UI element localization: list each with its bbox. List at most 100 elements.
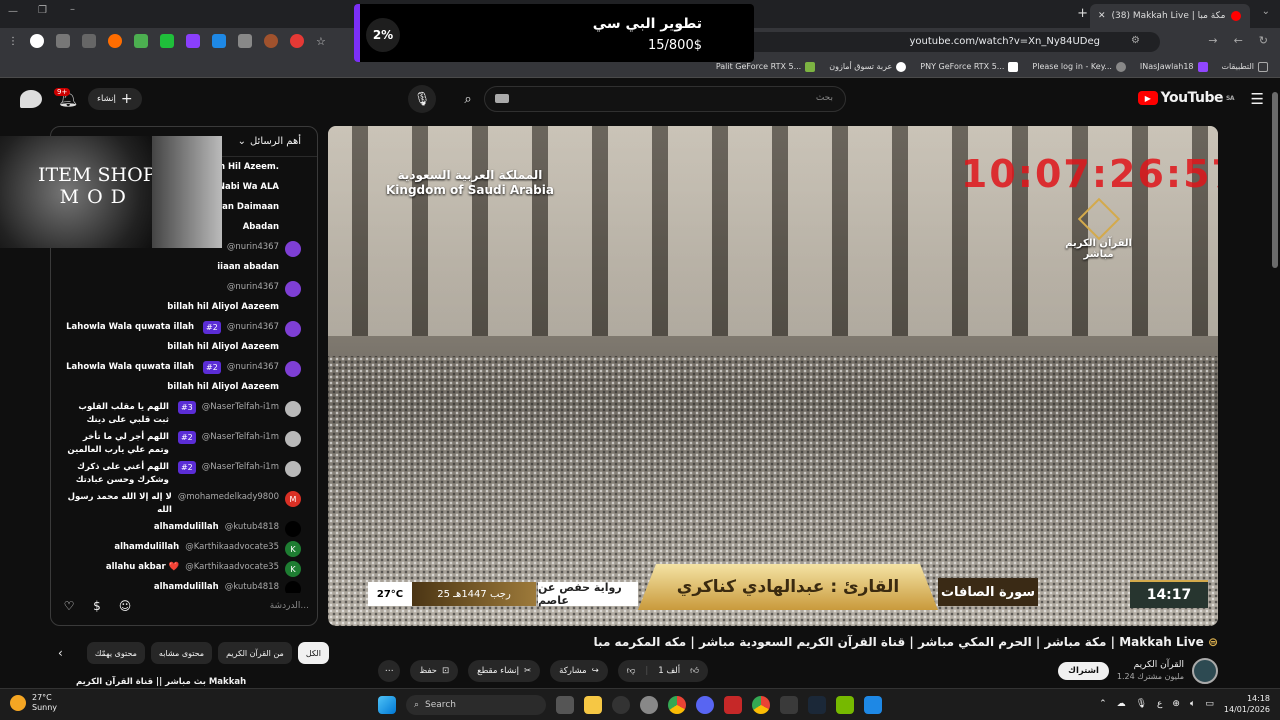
chat-author[interactable]: @nurin4367 [227, 361, 279, 374]
channel-avatar[interactable] [1192, 658, 1218, 684]
steam-icon[interactable] [808, 696, 826, 714]
discord-icon[interactable] [696, 696, 714, 714]
bookmark-item[interactable]: PNY GeForce RTX 5... [920, 61, 1019, 72]
clip-button[interactable]: إنشاء مقطع ✂ [468, 660, 541, 682]
language-indicator[interactable]: ع [1157, 699, 1162, 709]
chip-similar[interactable]: محتوى مشابه [150, 642, 213, 664]
chat-avatar[interactable] [285, 401, 301, 417]
extension-icon[interactable] [108, 34, 122, 48]
restore-icon[interactable]: ❐ [38, 5, 47, 16]
chat-avatar[interactable]: K [285, 541, 301, 557]
minimize-icon[interactable]: — [8, 6, 18, 17]
chat-avatar[interactable] [285, 221, 301, 237]
extension-icon[interactable] [160, 34, 174, 48]
windows-start-icon[interactable] [378, 696, 396, 714]
channel-name[interactable]: القرآن الكريم [1117, 659, 1184, 671]
search-button[interactable]: ⌕ [454, 85, 482, 113]
menu-dots-icon[interactable]: ⋮ [8, 36, 18, 47]
volume-icon[interactable]: 🔈︎ [1190, 699, 1195, 709]
subscribe-button[interactable]: اشتراك [1058, 662, 1109, 680]
app-icon[interactable] [780, 696, 798, 714]
chat-author[interactable]: @nurin4367 [227, 281, 279, 294]
avatar[interactable] [20, 90, 42, 108]
extension-icon[interactable] [186, 34, 200, 48]
chat-author[interactable]: @mohamedelkady9800 [178, 491, 279, 504]
voice-search-button[interactable]: 🎙︎ [408, 85, 436, 113]
extension-icon[interactable] [290, 34, 304, 48]
chat-avatar[interactable]: K [285, 561, 301, 577]
settings-icon[interactable] [640, 696, 658, 714]
chat-avatar[interactable] [285, 431, 301, 447]
chat-avatar[interactable] [285, 281, 301, 297]
save-button[interactable]: حفظ ⊡ [410, 660, 459, 682]
microphone-icon[interactable]: 🎙︎ [1136, 699, 1147, 709]
like-button[interactable]: 👍︎ [690, 666, 699, 676]
keyboard-icon[interactable] [495, 94, 509, 103]
bookmark-item[interactable]: INasJawlah18 [1140, 61, 1208, 72]
chat-input[interactable]: الدردشة... [143, 601, 309, 611]
reload-icon[interactable]: ↻ [1259, 34, 1268, 47]
chat-avatar[interactable] [285, 261, 301, 277]
chat-author[interactable]: @NaserTelfah-i1m [202, 401, 279, 414]
extension-icon[interactable] [212, 34, 226, 48]
chat-author[interactable]: @nurin4367 [227, 321, 279, 334]
chat-author[interactable]: @Karthikaadvocate35 [185, 541, 279, 554]
video-player[interactable]: المملكة العربية السعودية Kingdom of Saud… [328, 126, 1218, 626]
back-icon[interactable]: ← [1234, 34, 1243, 47]
more-button[interactable]: ⋯ [377, 660, 401, 682]
chat-avatar[interactable] [285, 201, 301, 217]
chat-author[interactable]: @Karthikaadvocate35 [185, 561, 279, 574]
youtube-logo[interactable]: ▶ YouTube SA [1137, 90, 1234, 106]
super-chat-icon[interactable]: $ [87, 596, 107, 616]
tab-list-icon[interactable]: ⌄ [1262, 6, 1270, 17]
profile-icon[interactable] [30, 34, 44, 48]
task-view-icon[interactable] [556, 696, 574, 714]
extension-icon[interactable] [82, 34, 96, 48]
chat-author[interactable]: @nurin4367 [227, 241, 279, 254]
chat-avatar[interactable] [285, 361, 301, 377]
share-button[interactable]: مشاركة ↪ [550, 660, 608, 682]
close-tab-icon[interactable]: ✕ [1098, 11, 1106, 21]
forward-icon[interactable]: → [1208, 34, 1217, 47]
chat-avatar[interactable] [285, 301, 301, 317]
chat-avatar[interactable] [285, 241, 301, 257]
chat-avatar[interactable] [285, 341, 301, 357]
page-scrollbar[interactable] [1272, 92, 1278, 268]
search-input[interactable]: بحث [484, 86, 846, 112]
new-tab-icon[interactable]: + [1077, 6, 1088, 21]
close-window-icon[interactable]: – [70, 4, 75, 15]
extension-icon[interactable] [264, 34, 278, 48]
taskbar-search[interactable]: ⌕ Search [406, 695, 546, 715]
bookmark-star-icon[interactable]: ☆ [316, 35, 326, 48]
chat-avatar[interactable]: M [285, 491, 301, 507]
tray-chevron-icon[interactable]: ⌃ [1099, 699, 1107, 709]
app-icon[interactable] [612, 696, 630, 714]
tray-app-icon[interactable]: ☁ [1117, 699, 1126, 709]
nvidia-icon[interactable] [836, 696, 854, 714]
bookmark-item[interactable]: عربة تسوق أمازون [829, 61, 907, 72]
chat-avatar[interactable] [285, 181, 301, 197]
bookmark-apps[interactable]: التطبيقات [1222, 61, 1268, 72]
chat-avatar[interactable] [285, 581, 301, 593]
chip-quran[interactable]: من القرآن الكريم [218, 642, 292, 664]
speaker-icon[interactable] [238, 34, 252, 48]
chat-avatar[interactable] [285, 321, 301, 337]
chrome-icon[interactable] [668, 696, 686, 714]
file-explorer-icon[interactable] [584, 696, 602, 714]
app-icon[interactable] [864, 696, 882, 714]
extension-icon[interactable] [56, 34, 70, 48]
create-button[interactable]: إنشاء + [88, 88, 142, 110]
chat-author[interactable]: @NaserTelfah-i1m [202, 431, 279, 444]
dislike-button[interactable]: 👎︎ [627, 666, 636, 676]
site-settings-icon[interactable]: ⚙ [1131, 35, 1140, 46]
chat-author[interactable]: @kutub4818 [225, 581, 279, 593]
chat-author[interactable]: @kutub4818 [225, 521, 279, 534]
chevron-left-icon[interactable]: ‹ [58, 646, 63, 660]
bookmark-item[interactable]: Palit GeForce RTX 5... [716, 61, 816, 72]
tab-youtube[interactable]: ✕ (38) Makkah Live | مكة مبا [1090, 4, 1250, 28]
hamburger-menu-icon[interactable]: ☰ [1251, 90, 1264, 108]
chip-all[interactable]: الكل [297, 642, 329, 664]
chrome-icon[interactable] [752, 696, 770, 714]
bookmark-item[interactable]: Please log in - Key... [1032, 61, 1126, 72]
battery-icon[interactable]: ▭ [1205, 699, 1214, 709]
